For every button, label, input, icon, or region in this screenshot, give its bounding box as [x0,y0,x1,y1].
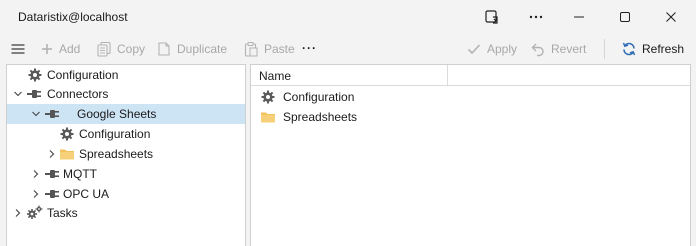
maximize-icon [620,12,630,22]
tree-item-configuration[interactable]: Configuration [7,124,245,144]
chevron-down-icon[interactable] [13,84,23,104]
gear-icon [27,67,43,83]
tree-item-opc-ua[interactable]: OPC UA [7,184,245,204]
minimize-icon [574,16,584,18]
ellipsis-icon [529,15,543,19]
close-button[interactable] [648,0,694,34]
copy-label: Copy [117,42,146,56]
gear-icon [260,89,276,105]
more-options-button[interactable] [513,0,559,34]
tree-item-tasks[interactable]: Tasks [7,203,245,223]
add-button[interactable]: Add [40,41,80,57]
folder-icon [260,109,276,125]
plug-icon [27,86,43,102]
hamburger-menu-icon [11,44,25,54]
minimize-button[interactable] [556,0,602,34]
content-list[interactable]: Name Configuration Spreadsheets [250,64,691,246]
duplicate-label: Duplicate [177,42,228,56]
plug-icon [45,106,61,122]
tree-item-label: Tasks [47,206,78,220]
window-title: Dataristix@localhost [18,10,128,24]
close-icon [666,12,676,22]
clipboard-icon [244,42,258,57]
tree-item-configuration[interactable]: Configuration [7,65,245,85]
list-item-configuration[interactable]: Configuration [251,87,690,107]
overflow-button[interactable]: ··· [302,40,317,56]
apply-label: Apply [487,42,518,56]
paste-label: Paste [264,42,295,56]
chevron-right-icon[interactable] [31,164,41,184]
snap-layout-button[interactable] [469,0,515,34]
overflow-label: ··· [302,41,317,55]
tree-item-google-sheets[interactable]: Google Sheets [7,104,245,124]
gear-icon [59,126,75,142]
tree-item-label: Connectors [47,87,109,101]
menu-button[interactable] [10,41,26,57]
plus-icon [42,44,52,54]
list-item-label: Configuration [283,90,355,104]
column-header-name[interactable]: Name [251,65,448,86]
chevron-right-icon[interactable] [13,203,23,223]
duplicate-icon [158,42,170,56]
chevron-right-icon[interactable] [47,144,57,164]
tree-item-label: Spreadsheets [79,147,154,161]
refresh-button[interactable]: Refresh [621,41,684,57]
list-item-spreadsheets[interactable]: Spreadsheets [251,107,690,127]
refresh-icon [622,42,636,56]
refresh-label: Refresh [642,42,685,56]
revert-label: Revert [551,42,587,56]
maximize-button[interactable] [602,0,648,34]
navigation-tree[interactable]: Configuration Connectors Google Sheets C… [6,64,246,246]
add-label: Add [59,42,81,56]
toolbar-divider [604,39,605,59]
duplicate-button[interactable]: Duplicate [156,41,227,57]
tree-item-spreadsheets[interactable]: Spreadsheets [7,144,245,164]
tree-item-label: Google Sheets [77,107,157,121]
apply-button[interactable]: Apply [466,41,517,57]
folder-icon [59,146,75,162]
plug-icon [45,186,61,202]
column-header-label: Name [259,69,292,83]
tree-item-connectors[interactable]: Connectors [7,84,245,104]
tree-item-label: OPC UA [63,187,110,201]
toolbar: Add Copy Duplicate Paste ··· Apply Rever… [0,34,696,64]
plug-icon [45,166,61,182]
paste-button[interactable]: Paste [243,41,295,57]
gears-icon [27,205,43,221]
title-bar: Dataristix@localhost [0,0,696,34]
list-header: Name [251,65,690,86]
tree-item-label: MQTT [63,167,97,181]
chevron-right-icon[interactable] [31,184,41,204]
revert-button[interactable]: Revert [530,41,586,57]
checkmark-icon [467,44,481,55]
tree-item-label: Configuration [47,68,119,82]
snap-layout-icon [485,10,498,24]
undo-icon [531,43,544,57]
list-item-label: Spreadsheets [283,110,358,124]
copy-icon [97,41,111,57]
tree-item-label: Configuration [79,127,151,141]
chevron-down-icon[interactable] [31,104,41,124]
copy-button[interactable]: Copy [96,41,145,57]
tree-item-mqtt[interactable]: MQTT [7,164,245,184]
